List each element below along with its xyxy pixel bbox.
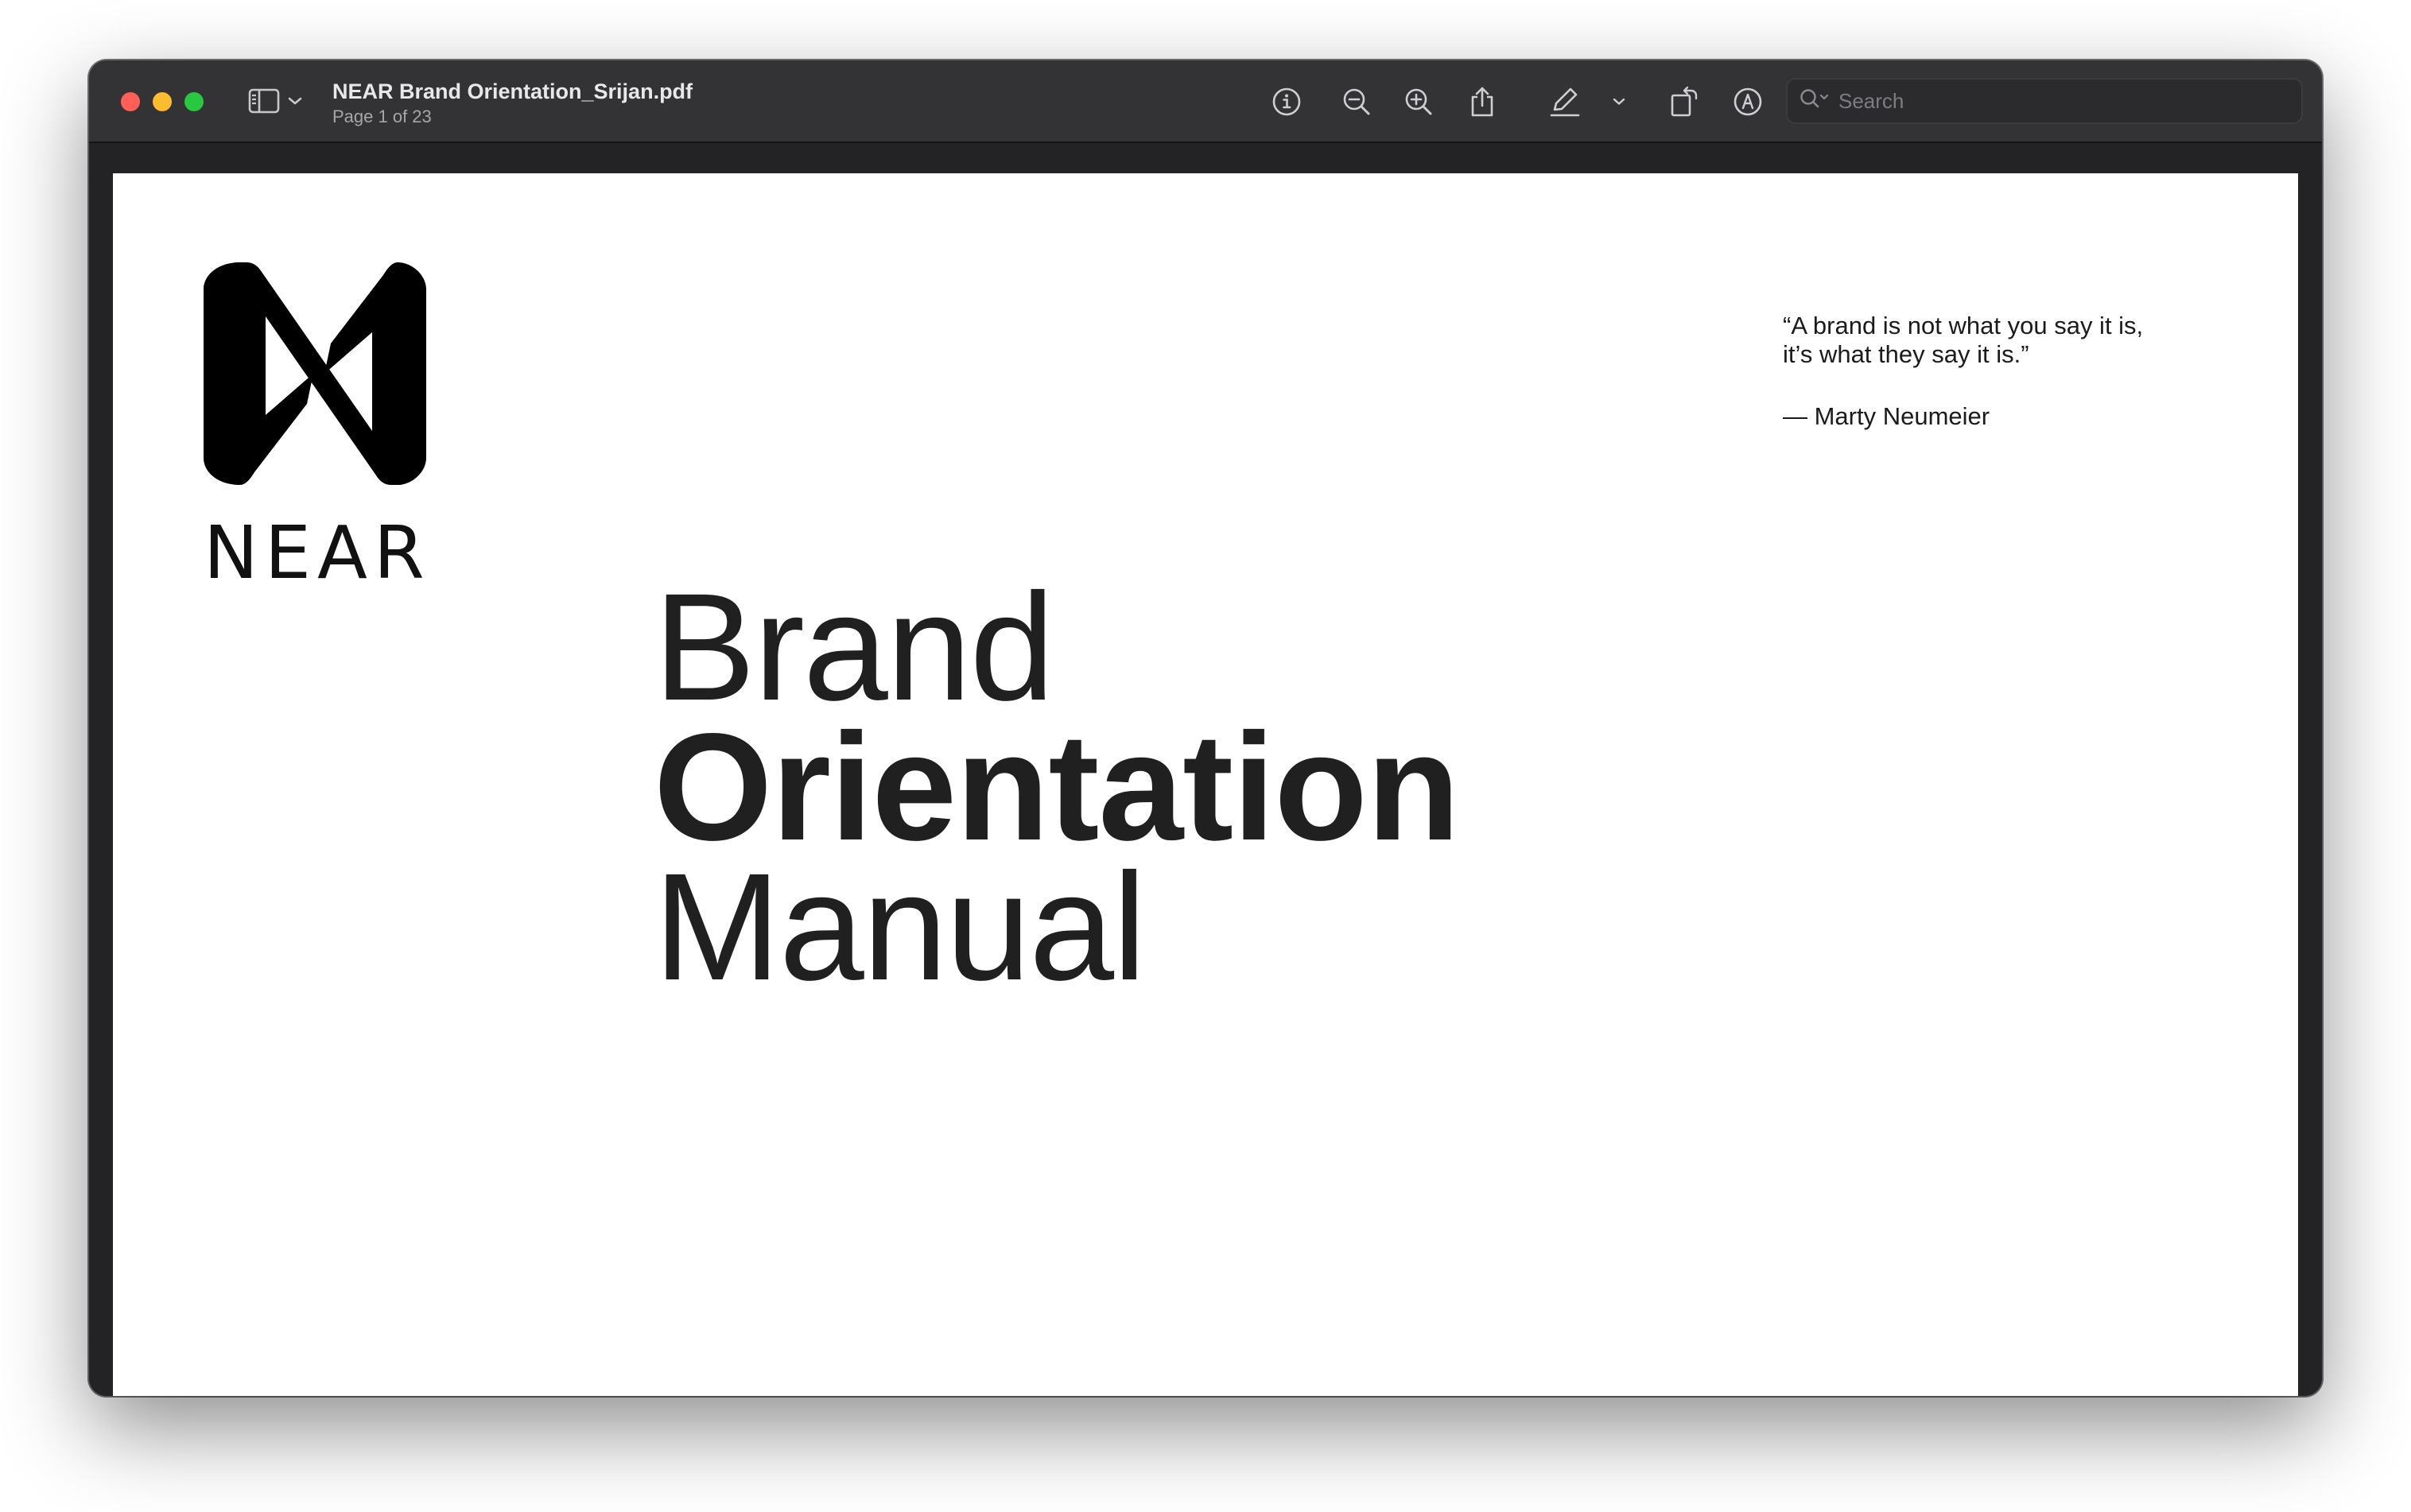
rotate-button[interactable] (1668, 84, 1700, 119)
highlight-pen-icon (1548, 86, 1582, 118)
chevron-down-icon (288, 95, 302, 110)
document-title: NEAR Brand Orientation_Srijan.pdf (332, 79, 693, 103)
zoom-out-button[interactable] (1341, 84, 1372, 119)
quote-line: it’s what they say it is.” (1783, 340, 2029, 368)
info-button[interactable] (1271, 84, 1303, 119)
minimize-button[interactable] (153, 92, 172, 111)
zoom-out-icon (1341, 87, 1372, 117)
document-viewport[interactable]: NEAR Brand Orientation Manual “A brand i… (89, 145, 2322, 1396)
quote-text: “A brand is not what you say it is, it’s… (1783, 312, 2228, 369)
page-indicator: Page 1 of 23 (332, 107, 432, 126)
highlight-options-button[interactable] (1611, 84, 1627, 119)
chevron-down-icon (1612, 97, 1626, 107)
quote-author: — Marty Neumeier (1783, 402, 1990, 430)
title-line-orientation: Orientation (654, 701, 1460, 872)
rotate-icon (1669, 86, 1699, 118)
markup-button[interactable] (1732, 84, 1764, 119)
zoom-in-button[interactable] (1403, 84, 1435, 119)
highlight-button[interactable] (1547, 84, 1582, 119)
share-icon (1468, 86, 1497, 118)
title-line-brand: Brand (654, 561, 1054, 732)
markup-icon (1733, 87, 1763, 117)
title-line-manual: Manual (654, 841, 1147, 1012)
info-icon (1272, 87, 1302, 117)
search-input[interactable] (1838, 88, 2284, 114)
close-button[interactable] (121, 92, 140, 111)
preview-window: NEAR Brand Orientation_Srijan.pdf Page 1… (89, 60, 2322, 1396)
pdf-page: NEAR Brand Orientation Manual “A brand i… (113, 173, 2298, 1396)
maximize-button[interactable] (184, 92, 204, 111)
near-logo-mark-icon (204, 262, 426, 489)
sidebar-toggle-button[interactable] (248, 87, 313, 118)
sidebar-icon (248, 88, 280, 118)
search-icon (1799, 87, 1831, 115)
near-wordmark: NEAR (204, 510, 431, 595)
zoom-in-icon (1404, 87, 1434, 117)
share-button[interactable] (1466, 84, 1498, 119)
quote-line: “A brand is not what you say it is, (1783, 312, 2144, 339)
search-field[interactable] (1786, 78, 2303, 124)
page-title: Brand Orientation Manual (654, 561, 1460, 1012)
title-bar: NEAR Brand Orientation_Srijan.pdf Page 1… (89, 60, 2322, 143)
